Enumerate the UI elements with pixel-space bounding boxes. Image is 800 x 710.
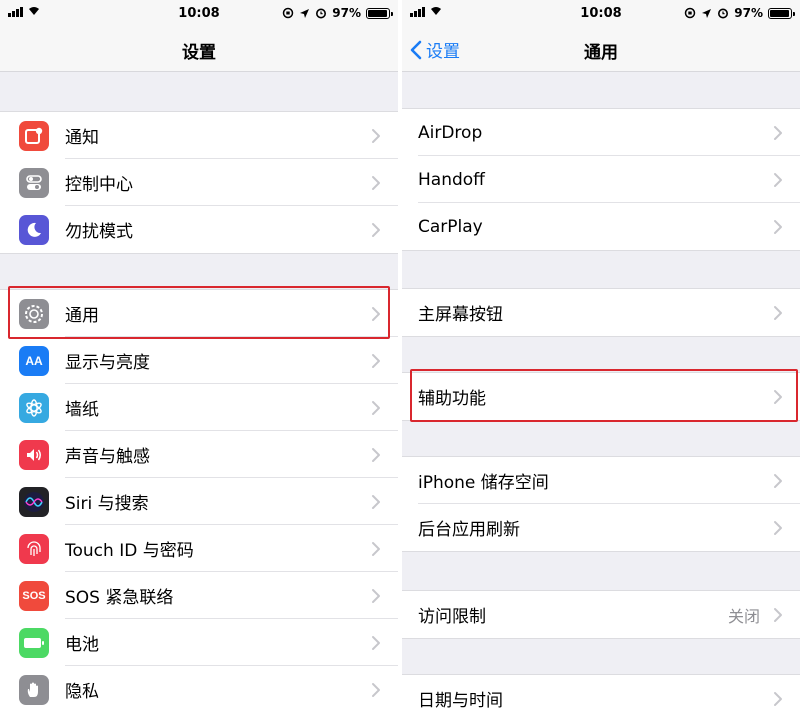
chevron-right-icon [372,635,380,650]
row-label: 声音与触感 [65,447,150,467]
row-label: Siri 与搜索 [65,494,149,514]
sounds-icon [19,439,49,470]
chevron-right-icon [774,691,782,706]
settings-row-siri[interactable]: Siri 与搜索 [0,478,398,525]
alarm-icon [316,8,327,19]
right-group-4: 访问限制 关闭 [402,590,800,639]
status-bar: 10:08 97% [402,0,800,28]
settings-row-item-5-0[interactable]: 日期与时间 [402,675,800,710]
settings-row-control-center[interactable]: 控制中心 [0,159,398,206]
row-label: SOS 紧急联络 [65,588,174,608]
settings-row-item-4-0[interactable]: 访问限制 关闭 [402,591,800,638]
row-label: AirDrop [418,122,483,143]
row-label: Handoff [418,169,485,190]
control-center-icon [19,167,49,198]
right-group-0: AirDrop Handoff CarPlay [402,108,800,251]
row-label: 控制中心 [65,175,133,195]
privacy-hand-icon [19,674,49,705]
battery-percent: 97% [332,6,361,20]
row-label: 勿扰模式 [65,222,133,242]
row-label: 日期与时间 [418,691,503,710]
highlight-box [8,286,390,339]
chevron-right-icon [372,588,380,603]
settings-row-item-0-0[interactable]: AirDrop [402,109,800,156]
battery-status-icon [768,7,795,19]
chevron-right-icon [774,473,782,488]
settings-row-do-not-disturb[interactable]: 勿扰模式 [0,206,398,253]
chevron-right-icon [372,494,380,509]
fingerprint-icon [19,533,49,564]
display-brightness-icon: AA [19,345,49,376]
do-not-disturb-icon [19,214,49,245]
settings-row-item-3-0[interactable]: iPhone 储存空间 [402,457,800,504]
settings-row-fingerprint[interactable]: Touch ID 与密码 [0,525,398,572]
chevron-right-icon [372,128,380,143]
siri-icon [19,486,49,517]
settings-row-item-0-1[interactable]: Handoff [402,156,800,203]
sos-icon: SOS [19,580,49,611]
settings-row-sounds[interactable]: 声音与触感 [0,431,398,478]
location-icon [300,8,310,18]
settings-row-notifications[interactable]: 通知 [0,112,398,159]
battery-icon [19,627,49,658]
chevron-right-icon [774,125,782,140]
chevron-right-icon [372,353,380,368]
chevron-right-icon [372,541,380,556]
settings-row-item-0-2[interactable]: CarPlay [402,203,800,250]
settings-row-item-1-0[interactable]: 主屏幕按钮 [402,289,800,336]
nav-bar: 设置 通用 [402,28,800,72]
general-screen: 10:08 97% 设置 通用 AirDrop Handoff CarPlay 主屏幕… [402,0,800,710]
page-title: 设置 [182,43,216,63]
left-group-0: 通知控制中心勿扰模式 [0,111,398,254]
row-label: 墙纸 [65,400,99,420]
row-label: iPhone 储存空间 [418,473,549,493]
left-group-1: 通用 AA 显示与亮度 墙纸 声音与触感 Siri 与搜索 Touch ID 与密码 SOS S… [0,289,398,710]
settings-row-battery[interactable]: 电池 [0,619,398,666]
row-label: 隐私 [65,682,99,702]
settings-row-privacy-hand[interactable]: 隐私 [0,666,398,710]
row-label: Touch ID 与密码 [65,541,194,561]
battery-percent: 97% [734,6,763,20]
row-label: 电池 [65,635,99,655]
chevron-right-icon [372,400,380,415]
row-label: 后台应用刷新 [418,520,520,540]
right-group-5: 日期与时间 [402,674,800,710]
notifications-icon [19,120,49,151]
highlight-box [410,369,798,422]
settings-row-display-brightness[interactable]: AA 显示与亮度 [0,337,398,384]
settings-row-wallpaper[interactable]: 墙纸 [0,384,398,431]
wallpaper-icon [19,392,49,423]
row-value: 关闭 [727,606,760,626]
chevron-right-icon [774,305,782,320]
row-label: 显示与亮度 [65,353,150,373]
screenshot-composite: 10:08 97% 设置 通知控制中心勿扰模式 通用 AA 显示与亮度墙纸声音与触感 S… [0,0,800,710]
battery-status-icon [366,7,393,19]
rotation-lock-icon [685,7,696,19]
settings-row-sos[interactable]: SOS SOS 紧急联络 [0,572,398,619]
chevron-right-icon [774,520,782,535]
sos-icon-text: SOS [22,589,46,602]
settings-screen: 10:08 97% 设置 通知 控制中心 勿扰模式 通用 AA 显示与亮度 墙纸 声音与触感 S… [0,0,398,710]
rotation-lock-icon [283,7,294,19]
location-icon [702,8,712,18]
row-label: 通知 [65,128,99,148]
chevron-right-icon [372,175,380,190]
chevron-right-icon [774,172,782,187]
right-group-3: iPhone 储存空间 后台应用刷新 [402,456,800,552]
settings-row-item-3-1[interactable]: 后台应用刷新 [402,504,800,551]
nav-bar: 设置 [0,28,398,72]
chevron-right-icon [372,447,380,462]
chevron-right-icon [372,222,380,237]
status-bar: 10:08 97% [0,0,398,28]
row-label: CarPlay [418,216,483,237]
chevron-right-icon [774,607,782,622]
chevron-right-icon [774,219,782,234]
right-group-1: 主屏幕按钮 [402,288,800,337]
page-title: 通用 [584,43,618,63]
chevron-right-icon [372,682,380,697]
row-label: 主屏幕按钮 [418,305,503,325]
alarm-icon [718,8,729,19]
row-label: 访问限制 [418,607,486,627]
